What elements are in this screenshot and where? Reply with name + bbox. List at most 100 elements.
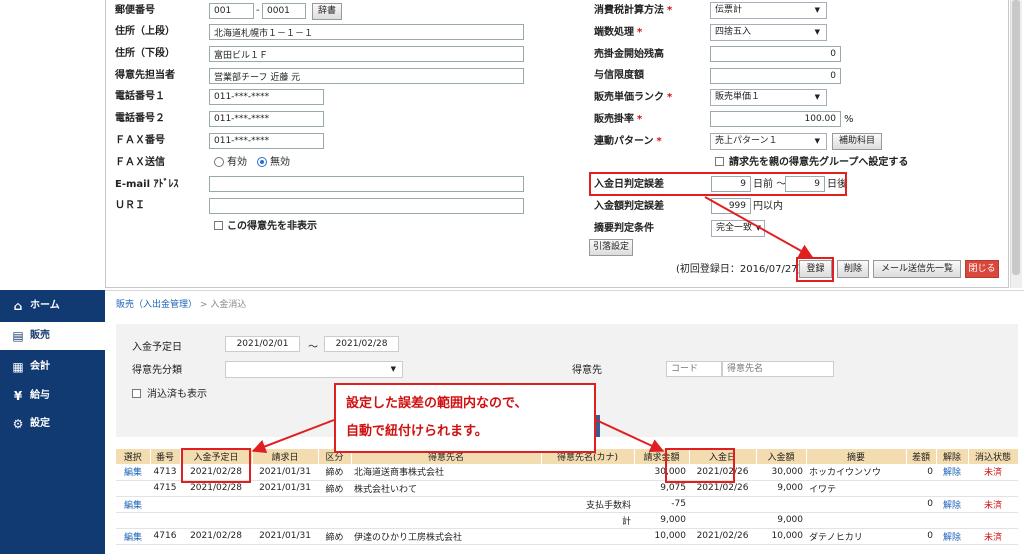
table-row: 編集 4716 2021/02/28 2021/01/31 締め 伊達のひかり工房株式会社… xyxy=(116,528,1018,545)
customer-name-input[interactable] xyxy=(722,361,834,377)
date-tolerance-highlight xyxy=(589,172,847,196)
undo-cell[interactable]: 解除 xyxy=(936,464,968,481)
type-cell: 締め xyxy=(318,464,351,481)
close-button[interactable]: 閉じる xyxy=(965,260,999,278)
address-line1-input[interactable] xyxy=(209,24,524,40)
amount-tolerance-label: 入金額判定誤差 xyxy=(594,201,664,212)
date-from-input[interactable] xyxy=(225,336,300,352)
status-cell xyxy=(968,512,1018,529)
summary-cell xyxy=(806,496,906,513)
dictionary-button[interactable]: 辞書 xyxy=(312,3,342,20)
col-difference: 差額 xyxy=(906,449,937,464)
address-line2-input[interactable] xyxy=(209,46,524,62)
postal-code-first-input[interactable] xyxy=(209,3,254,19)
address-line1-label: 住所（上段） xyxy=(115,26,175,37)
sidebar-item-home[interactable]: ⌂ ホーム xyxy=(0,292,105,320)
type-cell: 締め xyxy=(318,480,351,497)
date-to-input[interactable] xyxy=(324,336,399,352)
number-cell: 4715 xyxy=(150,480,180,497)
sales-rate-unit: % xyxy=(844,114,854,125)
show-reconciled-checkbox[interactable] xyxy=(132,389,141,398)
fax-number-input[interactable] xyxy=(209,133,324,149)
sales-rate-input[interactable] xyxy=(710,111,841,127)
phone2-input[interactable] xyxy=(209,111,324,127)
payment-date-cell: 2021/02/26 xyxy=(689,528,756,545)
table-row: 編集 支払手数料 -75 0 解除 未済 xyxy=(116,496,1018,513)
scheduled-date-cell xyxy=(180,496,252,513)
callout-line2: 自動で紐付けられます。 xyxy=(346,424,488,439)
tax-method-select[interactable]: 伝票計 ▼ xyxy=(710,2,827,19)
sub-account-button[interactable]: 補助科目 xyxy=(832,133,882,150)
link-pattern-label: 連動パターン * xyxy=(594,136,662,147)
type-cell: 締め xyxy=(318,528,351,545)
fax-send-disabled-label: 無効 xyxy=(270,157,290,168)
fax-send-disabled-radio[interactable] xyxy=(257,157,267,167)
hide-customer-checkbox[interactable] xyxy=(214,221,223,230)
rounding-select[interactable]: 四捨五入 ▼ xyxy=(710,24,827,41)
sidebar-item-sales[interactable]: ▤ 販売 xyxy=(0,322,105,350)
link-pattern-select[interactable]: 売上パターン１ ▼ xyxy=(710,133,827,150)
price-rank-label: 販売単価ランク * xyxy=(594,92,673,103)
opening-balance-label: 売掛金開始残高 xyxy=(594,49,664,60)
payment-amount-cell: 9,000 xyxy=(756,512,806,529)
select-cell[interactable]: 編集 xyxy=(116,528,150,545)
summary-condition-label: 摘要判定条件 xyxy=(594,223,654,234)
phone1-label: 電話番号１ xyxy=(115,91,165,102)
parent-group-checkbox[interactable] xyxy=(715,157,724,166)
delete-button[interactable]: 削除 xyxy=(837,260,869,278)
calculator-icon: ▦ xyxy=(12,360,24,374)
first-registered-date: (初回登録日：2016/07/27) xyxy=(676,264,802,275)
uri-label: ＵＲＩ xyxy=(115,200,145,211)
withdrawal-setting-button[interactable]: 引落設定 xyxy=(589,239,633,256)
payment-table: 選択 番号 入金予定日 請求日 区分 得意先名 得意先名(カナ) 請求金額 入金… xyxy=(116,449,1019,545)
sidebar-item-accounting[interactable]: ▦ 会計 xyxy=(0,353,105,381)
gear-icon: ⚙ xyxy=(12,417,24,431)
amount-tolerance-input[interactable] xyxy=(711,198,751,214)
billed-amount-cell: 9,000 xyxy=(634,512,689,529)
email-input[interactable] xyxy=(209,176,524,192)
col-summary: 摘要 xyxy=(806,449,907,464)
billing-date-cell: 2021/01/31 xyxy=(252,528,318,545)
sidebar-item-payroll[interactable]: ¥ 給与 xyxy=(0,382,105,410)
fax-send-enabled-radio[interactable] xyxy=(214,157,224,167)
billing-date-cell: 2021/01/31 xyxy=(252,464,318,481)
select-cell[interactable]: 編集 xyxy=(116,464,150,481)
breadcrumb-link[interactable]: 販売（入出金管理） xyxy=(116,300,197,310)
mail-recipients-button[interactable]: メール送信先一覧 xyxy=(873,260,961,278)
undo-cell xyxy=(936,480,968,497)
billed-amount-cell: -75 xyxy=(634,496,689,513)
fax-send-label: ＦＡＸ送信 xyxy=(115,157,165,168)
table-row: 計 9,000 9,000 xyxy=(116,512,1018,529)
summary-cell xyxy=(806,512,906,529)
customer-category-select[interactable]: ▼ xyxy=(225,361,403,378)
billing-date-cell: 2021/01/31 xyxy=(252,480,318,497)
postal-code-second-input[interactable] xyxy=(262,3,306,19)
moneybag-icon: ¥ xyxy=(13,389,23,403)
col-payment-amount: 入金額 xyxy=(756,449,807,464)
dropdown-arrow-icon: ▼ xyxy=(814,137,820,145)
difference-cell: 0 xyxy=(906,464,936,481)
uri-input[interactable] xyxy=(209,198,524,214)
form-scrollbar-thumb[interactable] xyxy=(1012,0,1020,275)
summary-condition-select[interactable]: 完全一致 ▼ xyxy=(711,220,765,237)
undo-cell[interactable]: 解除 xyxy=(936,528,968,545)
opening-balance-input[interactable] xyxy=(710,46,841,62)
price-rank-select[interactable]: 販売単価１ ▼ xyxy=(710,89,827,106)
credit-limit-input[interactable] xyxy=(710,68,841,84)
payment-date-cell xyxy=(689,512,756,529)
payment-amount-cell: 9,000 xyxy=(756,480,806,497)
select-cell xyxy=(116,512,150,529)
sidebar-item-settings[interactable]: ⚙ 設定 xyxy=(0,410,105,438)
type-cell xyxy=(318,512,351,529)
customer-kana-cell xyxy=(541,464,634,481)
summary-cell: ダテノヒカリ xyxy=(806,528,906,545)
scheduled-date-cell: 2021/02/28 xyxy=(180,528,252,545)
dropdown-arrow-icon: ▼ xyxy=(814,93,820,101)
undo-cell[interactable]: 解除 xyxy=(936,496,968,513)
contact-person-input[interactable] xyxy=(209,68,524,84)
select-cell[interactable]: 編集 xyxy=(116,496,150,513)
customer-code-input[interactable] xyxy=(666,361,722,377)
phone1-input[interactable] xyxy=(209,89,324,105)
payment-amount-cell: 30,000 xyxy=(756,464,806,481)
rounding-label: 端数処理 * xyxy=(594,27,643,38)
